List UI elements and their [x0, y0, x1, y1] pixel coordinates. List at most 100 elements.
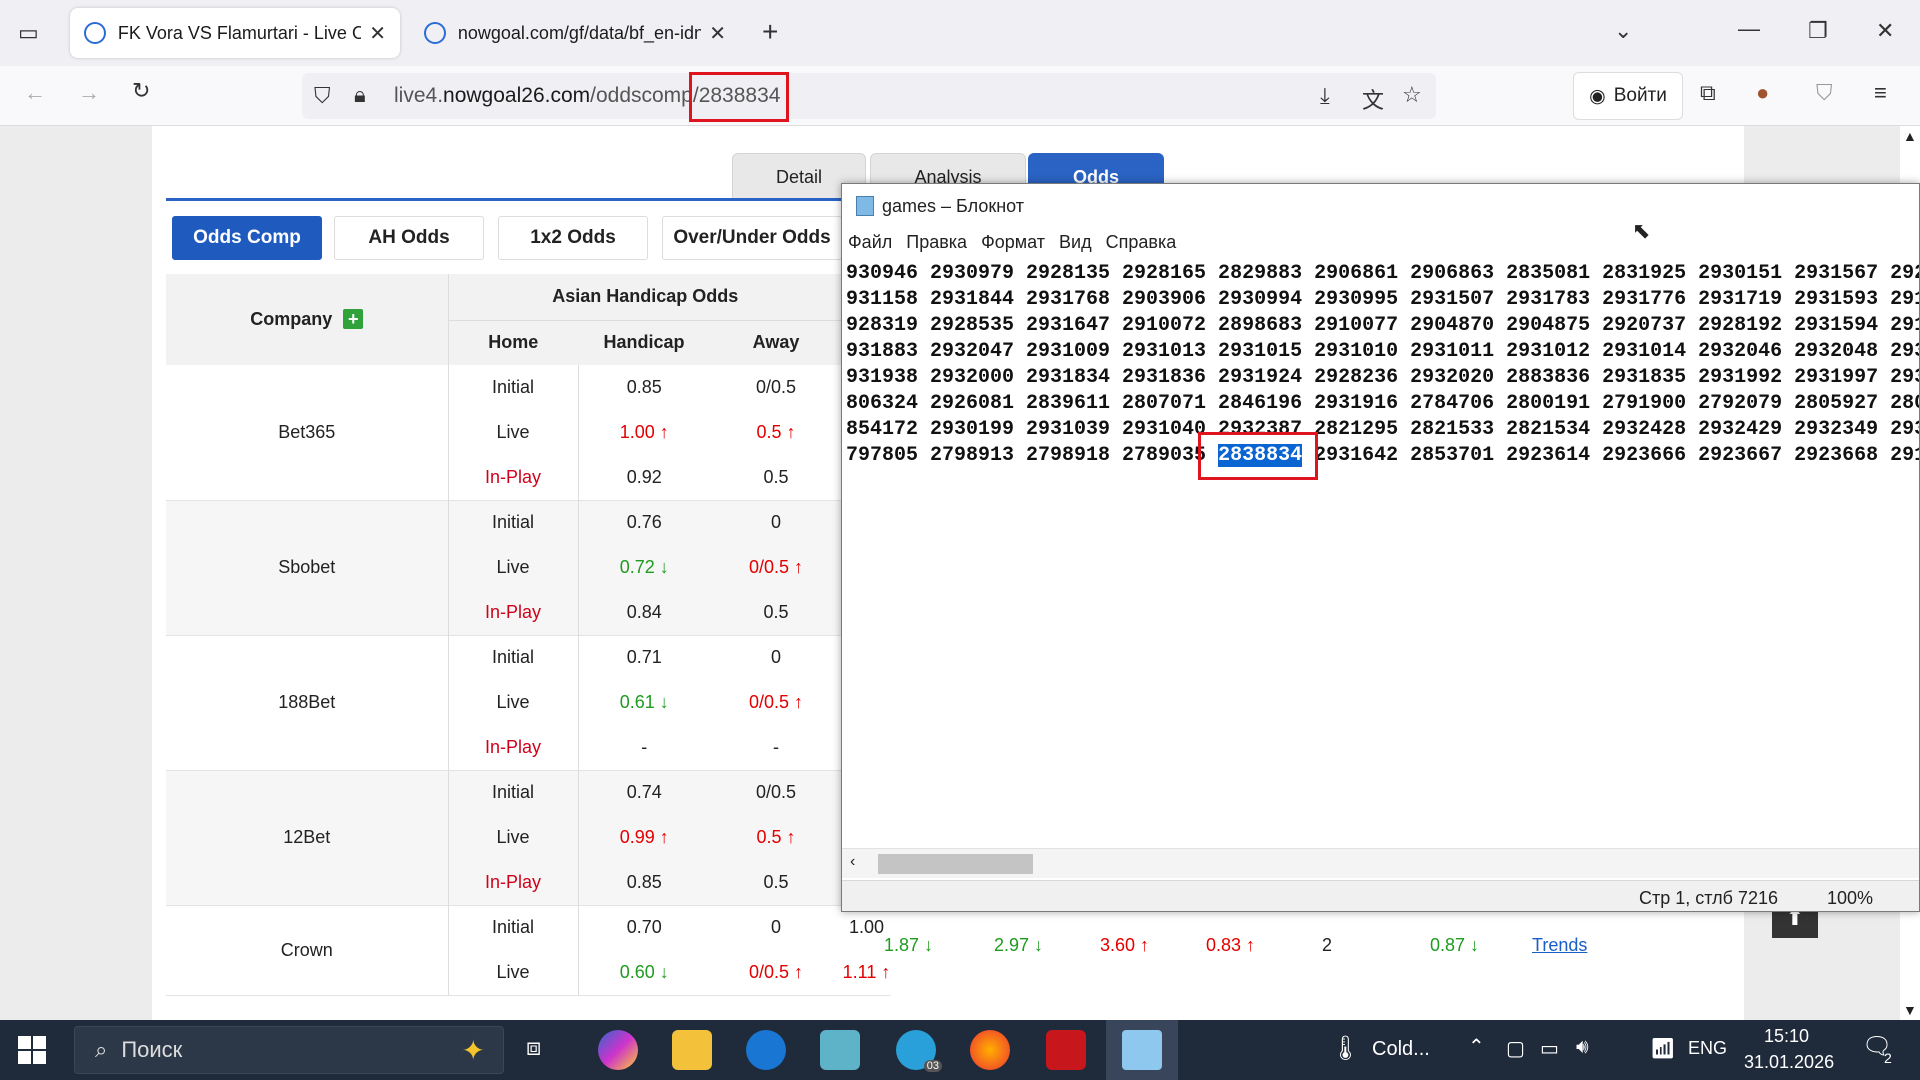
company-name[interactable]: Crown — [166, 905, 449, 995]
odds-kind: Initial — [448, 500, 579, 545]
crown-live-cell: 2.97 ↓ — [994, 935, 1044, 955]
copilot-app-icon[interactable] — [598, 1030, 638, 1070]
tab-live-odds[interactable]: FK Vora VS Flamurtari - Live Odds ✕ — [70, 8, 400, 58]
ah-header: Asian Handicap Odds — [448, 274, 842, 321]
close-icon[interactable]: ✕ — [709, 21, 726, 46]
search-placeholder: Поиск — [121, 1037, 183, 1062]
volume-icon[interactable]: 🔊︎ — [1576, 1036, 1589, 1059]
filezilla-icon[interactable] — [1046, 1030, 1086, 1070]
language-indicator[interactable]: ENG — [1688, 1038, 1727, 1059]
weather-text[interactable]: Cold... — [1372, 1038, 1430, 1061]
login-button[interactable]: ◉ Войти — [1573, 72, 1683, 120]
download-icon[interactable]: ⤓ — [1320, 83, 1330, 109]
notepad-hscrollbar[interactable]: ‹ — [842, 848, 1919, 878]
battery-icon[interactable]: ▭ — [1540, 1036, 1559, 1061]
notepad-menu: Файл Правка Формат Вид Справка — [842, 232, 1919, 260]
globe-icon — [424, 22, 446, 44]
task-view-icon[interactable]: ⧈ — [526, 1034, 541, 1062]
odds-comp-tab[interactable]: Odds Comp — [172, 216, 322, 260]
ah-odds-tab[interactable]: AH Odds — [334, 216, 484, 260]
notepad-statusbar: Стр 1, стлб 7216 100% — [842, 880, 1919, 911]
menu-edit[interactable]: Правка — [906, 232, 967, 260]
menu-view[interactable]: Вид — [1059, 232, 1092, 260]
extensions-icon[interactable]: ⧉ — [1700, 80, 1716, 106]
odds-cell-hc: 0 — [710, 500, 842, 545]
table-row: Bet365Initial0.850/0.50.95 — [166, 365, 891, 500]
notepad-titlebar[interactable]: games – Блокнот — [842, 184, 1919, 228]
menu-help[interactable]: Справка — [1106, 232, 1177, 260]
chevron-down-icon[interactable]: ⌄ — [1614, 18, 1632, 44]
meet-icon[interactable]: ▢ — [1506, 1036, 1525, 1061]
taskbar-search[interactable]: ⌕ Поиск ✦ — [74, 1026, 504, 1074]
browser-tab-bar: ▭ FK Vora VS Flamurtari - Live Odds ✕ no… — [0, 0, 1920, 66]
over-under-odds-tab[interactable]: Over/Under Odds — [662, 216, 842, 260]
search-icon: ⌕ — [95, 1037, 108, 1062]
selection-highlight — [1198, 432, 1318, 480]
table-row: 12BetInitial0.740/0.51.02 — [166, 770, 892, 905]
scroll-down-icon[interactable]: ▼ — [1903, 1002, 1917, 1018]
menu-format[interactable]: Формат — [981, 232, 1045, 260]
tab-list-icon[interactable]: ▭ — [18, 20, 39, 46]
odds-cell-home: 0.72 ↓ — [578, 545, 710, 590]
window-close-icon[interactable]: ✕ — [1876, 18, 1894, 44]
minimize-icon[interactable]: — — [1738, 16, 1760, 42]
odds-cell-home: - — [641, 736, 648, 757]
windows-start-icon[interactable] — [18, 1036, 46, 1064]
box-app-icon[interactable] — [820, 1030, 860, 1070]
notification-count: 2 — [1884, 1050, 1892, 1066]
firefox-icon[interactable] — [970, 1030, 1010, 1070]
tab-nowgoal-data[interactable]: nowgoal.com/gf/data/bf_en-idn ✕ — [410, 8, 740, 58]
clock-time[interactable]: 15:10 — [1764, 1026, 1809, 1047]
zoom-level: 100% — [1827, 888, 1874, 908]
crown-live-cell: 2 — [1322, 935, 1333, 955]
scroll-thumb[interactable] — [878, 854, 1033, 874]
reload-icon[interactable]: ↻ — [132, 78, 150, 104]
odds-cell-home: 0.85 — [578, 860, 710, 905]
clock-date[interactable]: 31.01.2026 — [1744, 1052, 1834, 1073]
back-icon[interactable]: ← — [24, 80, 46, 106]
odds-cell-home: 0.85 — [626, 377, 662, 397]
add-company-icon[interactable]: + — [343, 309, 364, 329]
scroll-up-icon[interactable]: ▲ — [1903, 128, 1917, 144]
company-name[interactable]: Sbobet — [166, 500, 449, 635]
adblock-icon[interactable]: ⛉ — [1816, 80, 1833, 106]
file-explorer-icon[interactable] — [672, 1030, 712, 1070]
company-name[interactable]: Bet365 — [166, 365, 449, 500]
translate-icon[interactable]: 文 — [1362, 83, 1384, 115]
scroll-left-icon[interactable]: ‹ — [850, 853, 855, 871]
odds-cell-hc: 0/0.5 ↑ — [748, 961, 804, 982]
menu-file[interactable]: Файл — [848, 232, 892, 260]
odds-cell-home: 0.84 — [578, 590, 710, 635]
shield-icon[interactable]: ⛉ — [314, 83, 331, 109]
address-bar[interactable]: ⛉ 🔒︎ live4.nowgoal26.com/oddscomp/283883… — [302, 73, 1436, 119]
company-name[interactable]: 188Bet — [166, 635, 449, 770]
1x2-odds-tab[interactable]: 1x2 Odds — [498, 216, 648, 260]
cursor-position: Стр 1, стлб 7216 — [1639, 888, 1778, 908]
odds-kind: In-Play — [448, 725, 579, 770]
menu-icon[interactable]: ≡ — [1874, 80, 1887, 106]
odds-cell-home: 0.60 ↓ — [619, 961, 669, 982]
odds-kind: In-Play — [448, 860, 579, 905]
restore-icon[interactable]: ❐ — [1808, 18, 1828, 44]
cookie-icon[interactable]: ● — [1756, 80, 1769, 106]
lock-icon[interactable]: 🔒︎ — [354, 82, 366, 108]
notepad-app-icon — [1122, 1030, 1162, 1070]
tray-chevron-icon[interactable]: ⌃ — [1468, 1034, 1485, 1059]
notepad-text-area[interactable]: 930946 2930979 2928135 2928165 2829883 2… — [846, 261, 1919, 469]
odds-cell-hc: - — [773, 736, 779, 757]
telegram-icon[interactable]: 03 — [896, 1030, 942, 1072]
star-icon[interactable]: ☆ — [1402, 82, 1422, 108]
notepad-taskbar-active[interactable] — [1106, 1020, 1178, 1080]
network-icon[interactable]: 📶︎ — [1650, 1036, 1675, 1061]
close-icon[interactable]: ✕ — [369, 21, 386, 46]
new-tab-icon[interactable]: + — [762, 16, 778, 48]
odds-table: Company + Asian Handicap Odds Home Handi… — [166, 274, 892, 996]
copilot-sparkle-icon: ✦ — [461, 1034, 485, 1066]
notepad-window[interactable]: games – Блокнот Файл Правка Формат Вид С… — [841, 183, 1920, 912]
outlook-icon[interactable] — [746, 1030, 786, 1070]
company-name[interactable]: 12Bet — [166, 770, 449, 905]
forward-icon[interactable]: → — [78, 80, 100, 106]
trends-link[interactable]: Trends — [1532, 935, 1587, 956]
odds-cell-hc: 0/0.5 ↑ — [748, 692, 804, 712]
odds-cell-home: 0.74 — [578, 770, 710, 815]
